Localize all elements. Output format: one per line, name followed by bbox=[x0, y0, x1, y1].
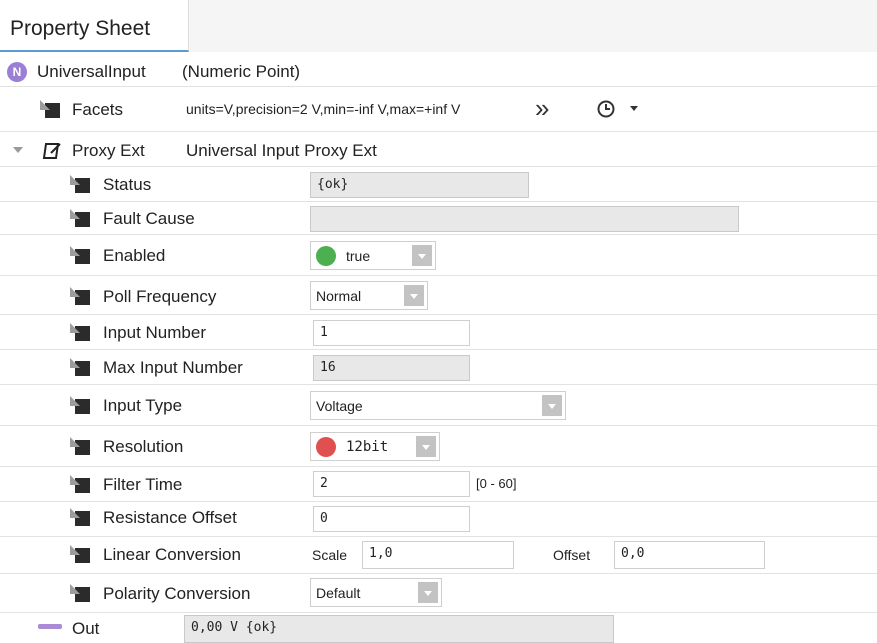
row-facets: Facets units=V,precision=2 V,min=-inf V,… bbox=[0, 88, 877, 132]
resolution-label: Resolution bbox=[103, 437, 184, 456]
poll-frequency-select[interactable]: Normal bbox=[310, 281, 428, 310]
scale-label: Scale bbox=[312, 547, 348, 563]
row-linear-conversion: Linear Conversion Scale 1,0 Offset 0,0 bbox=[0, 538, 877, 574]
proxy-ext-label: Proxy Ext bbox=[72, 141, 145, 160]
numeric-point-icon: N bbox=[7, 62, 27, 82]
expand-triangle-icon[interactable] bbox=[13, 147, 23, 154]
poll-frequency-value: Normal bbox=[316, 288, 362, 304]
slot-icon bbox=[70, 175, 90, 195]
row-polarity-conversion: Polarity Conversion Default bbox=[0, 575, 877, 613]
component-name: UniversalInput bbox=[37, 62, 146, 81]
scale-field[interactable]: 1,0 bbox=[362, 541, 514, 569]
status-label: Status bbox=[103, 175, 152, 194]
component-type: (Numeric Point) bbox=[182, 62, 301, 81]
status-field: {ok} bbox=[310, 172, 529, 198]
chevron-down-icon[interactable] bbox=[416, 436, 436, 457]
offset-field[interactable]: 0,0 bbox=[614, 541, 765, 569]
slot-icon bbox=[70, 584, 90, 604]
proxy-ext-value: Universal Input Proxy Ext bbox=[186, 141, 377, 160]
row-resistance-offset: Resistance Offset 0 bbox=[0, 503, 877, 537]
row-poll-frequency: Poll Frequency Normal bbox=[0, 277, 877, 315]
status-dot-icon bbox=[316, 246, 336, 266]
input-type-select[interactable]: Voltage bbox=[310, 391, 566, 420]
slot-icon bbox=[70, 287, 90, 307]
enabled-value: true bbox=[346, 248, 371, 264]
input-type-label: Input Type bbox=[103, 396, 183, 415]
chevron-down-icon[interactable] bbox=[542, 395, 562, 416]
slot-icon bbox=[70, 323, 90, 343]
chevron-down-icon[interactable] bbox=[412, 245, 432, 266]
linear-conversion-label: Linear Conversion bbox=[103, 545, 241, 564]
max-input-number-field: 16 bbox=[313, 355, 470, 381]
slot-icon bbox=[70, 508, 90, 528]
enabled-select[interactable]: true bbox=[310, 241, 436, 270]
component-header: N UniversalInput (Numeric Point) bbox=[0, 56, 877, 87]
tab-bar: Property Sheet bbox=[0, 0, 877, 52]
fault-cause-field bbox=[310, 206, 739, 232]
filter-time-field[interactable]: 2 bbox=[313, 471, 470, 497]
tab-property-sheet[interactable]: Property Sheet bbox=[0, 0, 189, 52]
out-field: 0,00 V {ok} bbox=[184, 615, 614, 643]
filter-time-label: Filter Time bbox=[103, 475, 183, 494]
out-label: Out bbox=[72, 619, 100, 638]
enabled-label: Enabled bbox=[103, 246, 166, 265]
row-input-type: Input Type Voltage bbox=[0, 386, 877, 426]
row-fault-cause: Fault Cause bbox=[0, 203, 877, 235]
filter-time-range: [0 - 60] bbox=[476, 476, 517, 491]
double-chevron-right-icon[interactable]: » bbox=[535, 93, 549, 124]
chevron-down-icon[interactable] bbox=[418, 582, 438, 603]
row-max-input-number: Max Input Number 16 bbox=[0, 351, 877, 385]
resolution-value: 12bit bbox=[346, 439, 389, 455]
slot-icon bbox=[70, 437, 90, 457]
input-number-field[interactable]: 1 bbox=[313, 320, 470, 346]
polarity-conversion-select[interactable]: Default bbox=[310, 578, 442, 607]
facets-label: Facets bbox=[72, 100, 124, 119]
offset-label: Offset bbox=[553, 547, 591, 563]
input-type-value: Voltage bbox=[316, 398, 363, 414]
row-enabled: Enabled true bbox=[0, 236, 877, 276]
max-input-number-label: Max Input Number bbox=[103, 358, 243, 377]
input-number-label: Input Number bbox=[103, 323, 206, 342]
clock-icon[interactable] bbox=[596, 99, 616, 119]
resistance-offset-label: Resistance Offset bbox=[103, 508, 237, 527]
row-status: Status {ok} bbox=[0, 168, 877, 202]
slot-icon bbox=[70, 209, 90, 229]
slot-icon bbox=[70, 545, 90, 565]
row-out: Out 0,00 V {ok} bbox=[0, 614, 877, 643]
badge-letter: N bbox=[12, 65, 22, 79]
out-slot-icon bbox=[38, 624, 62, 629]
row-filter-time: Filter Time 2 [0 - 60] bbox=[0, 468, 877, 502]
slot-icon bbox=[70, 396, 90, 416]
chevron-down-icon[interactable] bbox=[404, 285, 424, 306]
slot-icon bbox=[70, 246, 90, 266]
tab-label: Property Sheet bbox=[10, 17, 151, 40]
proxy-ext-icon bbox=[42, 143, 61, 159]
slot-icon bbox=[70, 475, 90, 495]
row-resolution: Resolution 12bit bbox=[0, 427, 877, 467]
row-proxy-ext[interactable]: Proxy Ext Universal Input Proxy Ext bbox=[0, 133, 877, 167]
resistance-offset-field[interactable]: 0 bbox=[313, 506, 470, 532]
slot-icon bbox=[40, 100, 60, 120]
polarity-conversion-value: Default bbox=[316, 585, 361, 601]
slot-icon bbox=[70, 358, 90, 378]
fault-cause-label: Fault Cause bbox=[103, 209, 195, 228]
resolution-select[interactable]: 12bit bbox=[310, 432, 440, 461]
status-dot-icon bbox=[316, 437, 336, 457]
row-input-number: Input Number 1 bbox=[0, 316, 877, 350]
facets-value: units=V,precision=2 V,min=-inf V,max=+in… bbox=[186, 101, 461, 117]
poll-frequency-label: Poll Frequency bbox=[103, 287, 217, 306]
dropdown-caret-icon[interactable] bbox=[630, 106, 639, 112]
polarity-conversion-label: Polarity Conversion bbox=[103, 584, 251, 603]
